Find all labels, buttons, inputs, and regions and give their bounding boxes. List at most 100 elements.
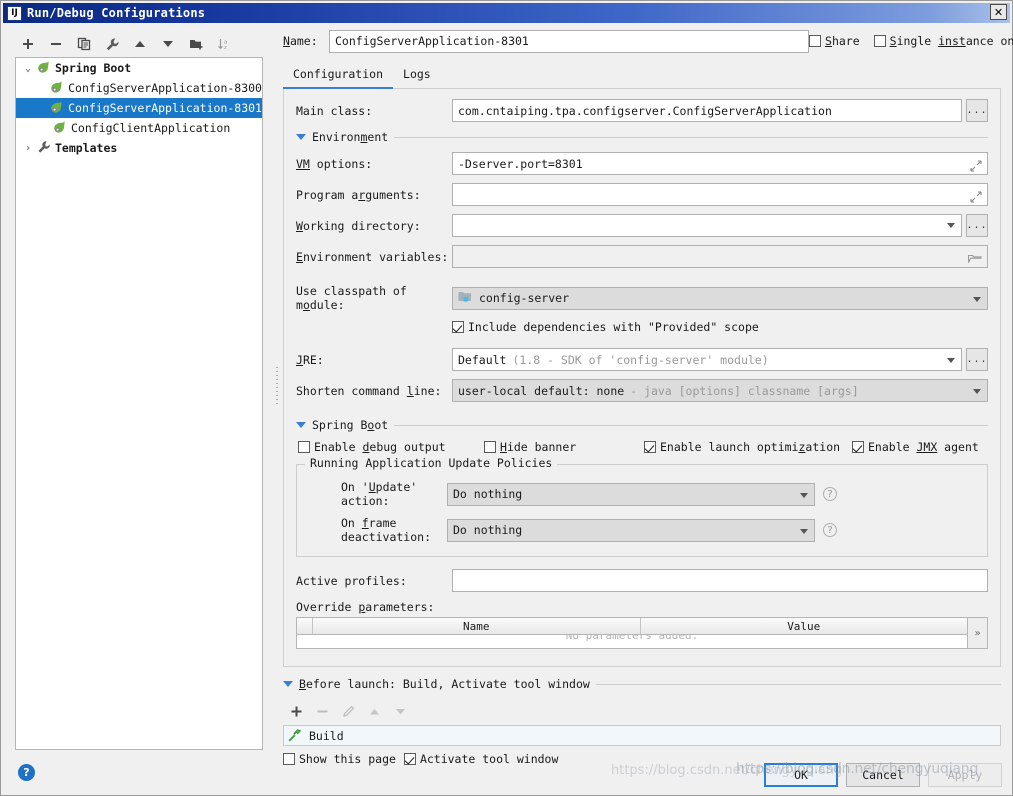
tree-item-templates[interactable]: › Templates xyxy=(16,138,262,158)
copy-configuration-button[interactable] xyxy=(71,32,97,56)
tab-logs[interactable]: Logs xyxy=(393,63,441,89)
vm-options-expand-icon[interactable] xyxy=(970,157,982,172)
single-instance-only-checkbox[interactable]: Single instance only xyxy=(873,34,1013,48)
on-frame-deactivation-row: On frame deactivation: Do nothing ? xyxy=(307,516,977,544)
on-update-action-value: Do nothing xyxy=(453,487,523,501)
module-chevron-down-icon[interactable] xyxy=(973,296,981,302)
environment-variables-folder-icon[interactable] xyxy=(967,250,982,269)
shorten-command-line-chevron-down-icon[interactable] xyxy=(973,389,981,394)
on-frame-deactivation-select[interactable]: Do nothing xyxy=(447,518,815,542)
before-launch-collapse-icon[interactable] xyxy=(283,681,293,687)
include-provided-scope-checkbox[interactable]: Include dependencies with "Provided" sco… xyxy=(452,320,759,334)
tree-item-configserverapplication-8301[interactable]: ConfigServerApplication-8301 xyxy=(16,98,262,118)
shorten-command-line-label: Shorten command line: xyxy=(296,383,442,398)
add-before-launch-task-button[interactable] xyxy=(285,701,307,721)
configurations-tree[interactable]: ⌄ Spring Boot ConfigServerApplication-8300… xyxy=(15,57,263,750)
enable-jmx-agent-checkbox[interactable]: Enable JMX agent xyxy=(852,440,979,454)
on-frame-deactivation-help-icon[interactable]: ? xyxy=(823,523,837,537)
add-configuration-button[interactable] xyxy=(15,32,41,56)
working-directory-label: Working directory: xyxy=(296,218,421,233)
enable-jmx-agent-box[interactable] xyxy=(852,441,864,453)
column-header-name[interactable]: Name xyxy=(313,618,641,634)
panel-splitter[interactable] xyxy=(273,57,281,750)
tab-configuration[interactable]: Configuration xyxy=(283,63,394,89)
on-update-action-label: On 'Update' action: xyxy=(341,480,418,508)
jre-select[interactable]: Default (1.8 - SDK of 'config-server' mo… xyxy=(452,348,962,371)
override-parameters-body[interactable]: No parameters added. xyxy=(296,635,968,649)
tree-item-spring-boot[interactable]: ⌄ Spring Boot xyxy=(16,58,262,78)
use-classpath-of-module-select[interactable]: config-server xyxy=(452,286,988,310)
section-divider xyxy=(595,683,1001,685)
vm-options-input[interactable] xyxy=(452,152,988,175)
override-parameters-empty-text: No parameters added. xyxy=(565,635,699,642)
include-provided-checkbox-box[interactable] xyxy=(452,321,464,333)
enable-launch-optimization-checkbox[interactable]: Enable launch optimization xyxy=(644,440,852,454)
share-checkbox[interactable]: Share xyxy=(809,34,860,48)
tree-expander-icon[interactable]: › xyxy=(20,143,36,154)
remove-configuration-button[interactable] xyxy=(43,32,69,56)
working-directory-row: Working directory: ... xyxy=(296,214,988,237)
use-classpath-of-module-row: Use classpath of module: config-server xyxy=(296,284,988,312)
program-arguments-row: Program arguments: xyxy=(296,183,988,206)
share-checkbox-box[interactable] xyxy=(809,35,821,47)
spring-boot-icon xyxy=(49,100,65,116)
tree-item-configserverapplication-8300[interactable]: ConfigServerApplication-8300 xyxy=(16,78,262,98)
activate-tool-window-box[interactable] xyxy=(403,753,416,765)
on-frame-deactivation-label: On frame deactivation: xyxy=(341,516,432,544)
enable-debug-output-box[interactable] xyxy=(298,441,310,453)
sort-az-icon[interactable]: a z xyxy=(211,32,237,56)
spring-boot-collapse-icon[interactable] xyxy=(296,422,306,428)
on-update-chevron-down-icon[interactable] xyxy=(800,492,808,498)
jre-chevron-down-icon[interactable] xyxy=(947,358,955,363)
activate-tool-window-checkbox[interactable]: Activate tool window xyxy=(403,752,558,766)
cancel-button[interactable]: Cancel xyxy=(846,763,920,787)
wrench-icon[interactable] xyxy=(99,32,125,56)
program-arguments-input[interactable] xyxy=(452,183,988,206)
arrow-down-icon[interactable] xyxy=(155,32,181,56)
environment-collapse-icon[interactable] xyxy=(296,134,306,140)
before-launch-task-list[interactable]: Build xyxy=(283,725,1001,746)
tree-expander-icon[interactable]: ⌄ xyxy=(20,63,36,74)
enable-launch-optimization-box[interactable] xyxy=(644,441,656,453)
close-icon[interactable]: ✕ xyxy=(990,4,1007,20)
active-profiles-input[interactable] xyxy=(452,569,988,592)
arrow-up-icon[interactable] xyxy=(127,32,153,56)
configuration-name-input[interactable] xyxy=(329,29,809,53)
program-arguments-expand-icon[interactable] xyxy=(970,188,982,203)
main-class-input[interactable] xyxy=(452,99,962,122)
configurations-toolbar: a z xyxy=(15,31,265,57)
spring-boot-icon xyxy=(52,120,68,136)
on-frame-deactivation-chevron-down-icon[interactable] xyxy=(800,528,808,534)
help-button[interactable]: ? xyxy=(18,764,35,781)
override-parameters-row-gutter xyxy=(297,618,313,634)
jre-label: JRE: xyxy=(296,352,324,367)
enable-debug-output-checkbox[interactable]: Enable debug output xyxy=(298,440,484,454)
on-update-help-icon[interactable]: ? xyxy=(823,487,837,501)
hide-banner-box[interactable] xyxy=(484,441,496,453)
tree-item-configclientapplication[interactable]: ConfigClientApplication xyxy=(16,118,262,138)
working-directory-input[interactable] xyxy=(452,214,962,237)
new-folder-icon[interactable] xyxy=(183,32,209,56)
on-frame-deactivation-value: Do nothing xyxy=(453,523,523,537)
main-class-browse-button[interactable]: ... xyxy=(966,99,988,122)
working-directory-chevron-down-icon[interactable] xyxy=(947,223,955,228)
override-parameters-expand-button[interactable]: » xyxy=(968,617,988,649)
spring-boot-icon xyxy=(49,80,65,96)
show-this-page-label: Show this page xyxy=(299,752,396,766)
shorten-command-line-select[interactable]: user-local default: none - java [options… xyxy=(452,379,988,402)
tree-item-label: ConfigClientApplication xyxy=(71,121,231,135)
single-instance-checkbox-box[interactable] xyxy=(873,35,886,47)
enable-launch-optimization-label: Enable launch optimization xyxy=(660,440,841,454)
show-this-page-checkbox[interactable]: Show this page xyxy=(283,752,396,766)
hammer-icon xyxy=(288,728,302,744)
configuration-name-row: Name: Share Single instance only xyxy=(283,29,1013,53)
on-update-action-select[interactable]: Do nothing xyxy=(447,482,815,506)
column-header-value[interactable]: Value xyxy=(641,618,968,634)
environment-variables-input[interactable] xyxy=(452,245,988,268)
show-this-page-box[interactable] xyxy=(283,753,295,765)
single-instance-label: Single instance only xyxy=(889,34,1013,48)
working-directory-browse-button[interactable]: ... xyxy=(966,214,988,237)
jre-browse-button[interactable]: ... xyxy=(966,348,988,371)
ok-button[interactable]: OK xyxy=(764,763,838,787)
hide-banner-checkbox[interactable]: Hide banner xyxy=(484,440,644,454)
